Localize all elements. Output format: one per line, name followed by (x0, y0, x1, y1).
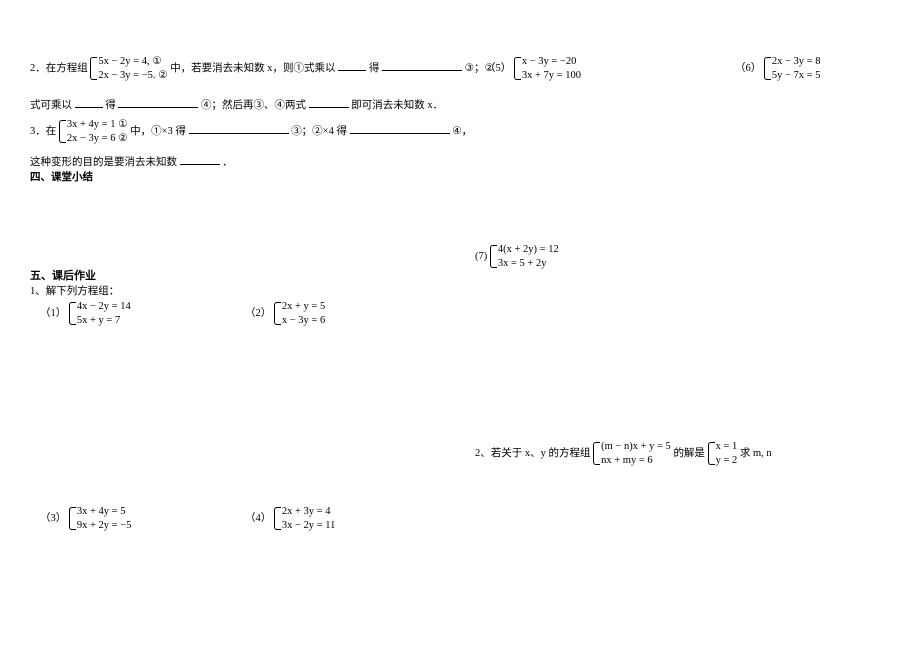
p6-b: 5y − 7x = 5 (772, 69, 821, 83)
p5-a: x − 3y = −20 (522, 55, 581, 69)
q2-end: 即可消去未知数 x． (351, 100, 443, 111)
question-2-line2: 式可乘以 得 ④；然后再③、④两式 即可消去未知数 x． (30, 98, 443, 114)
heading-5: 五、课后作业 (30, 268, 96, 285)
pe-sa: x = 1 (716, 440, 738, 454)
q3-b: 2x − 3y = 6 ② (67, 132, 128, 146)
q3-l3: ③；②×4 得 (291, 126, 347, 137)
p5-b: 3x + 7y = 100 (522, 69, 581, 83)
problem-1: （1） 4x − 2y = 14 5x + y = 7 (40, 300, 131, 327)
heading-5-sub: 1、解下列方程组： (30, 284, 119, 300)
p7-sys: 4(x + 2y) = 12 3x = 5 + 2y (490, 243, 559, 270)
q3-sys: 3x + 4y = 1 ① 2x − 3y = 6 ② (59, 118, 128, 145)
p1-sys: 4x − 2y = 14 5x + y = 7 (69, 300, 131, 327)
q3-mid: 中，①×3 得 (130, 126, 186, 137)
q2-mid: 中，若要消去未知数 x，则①式乘以 (170, 63, 335, 74)
p4-a: 2x + 3y = 4 (282, 505, 335, 519)
q3-dot: ． (222, 157, 233, 168)
problem-2: （2） 2x + y = 5 x − 3y = 6 (245, 300, 325, 327)
question-3: 3．在 3x + 4y = 1 ① 2x − 3y = 6 ② 中，①×3 得 … (30, 118, 472, 145)
blank (75, 98, 103, 108)
p2-label: （2） (245, 308, 271, 319)
q3-lead: 3．在 (30, 126, 56, 137)
pe-sys1: (m − n)x + y = 5 nx + my = 6 (593, 440, 671, 467)
q2-eq2: 2x − 3y = −5. ② (98, 69, 167, 83)
problem-3: （3） 3x + 4y = 5 9x + 2y = −5 (40, 505, 131, 532)
q2-eq1: 5x − 2y = 4, ① (98, 55, 167, 69)
q3-l2: 这种变形的目的是要消去未知数 (30, 157, 177, 168)
p6-label: （6） (735, 63, 761, 74)
blank (350, 124, 450, 134)
pe-tail: 求 m, n (740, 448, 772, 459)
pe-mid: 的解是 (673, 448, 705, 459)
pe-sys2: x = 1 y = 2 (708, 440, 738, 467)
p6-sys: 2x − 3y = 8 5y − 7x = 5 (764, 55, 821, 82)
blank (118, 98, 198, 108)
q2-l2a: 式可乘以 (30, 100, 72, 111)
p3-b: 9x + 2y = −5 (77, 519, 132, 533)
p5-label: （5） (485, 63, 511, 74)
p4-b: 3x − 2y = 11 (282, 519, 335, 533)
pe-lead: 2、若关于 x、y 的方程组 (475, 448, 591, 459)
p4-label: （4） (245, 513, 271, 524)
p1-label: （1） (40, 308, 66, 319)
blank (189, 124, 289, 134)
problem-5: （5） x − 3y = −20 3x + 7y = 100 (485, 55, 581, 82)
q2-l2b: 得 (105, 100, 116, 111)
p1-a: 4x − 2y = 14 (77, 300, 131, 314)
p3-label: （3） (40, 513, 66, 524)
p6-a: 2x − 3y = 8 (772, 55, 821, 69)
problem-6: （6） 2x − 3y = 8 5y − 7x = 5 (735, 55, 820, 82)
blank (382, 61, 462, 71)
pe-sb: y = 2 (716, 454, 738, 468)
p1-b: 5x + y = 7 (77, 314, 131, 328)
problem-extra: 2、若关于 x、y 的方程组 (m − n)x + y = 5 nx + my … (475, 440, 772, 467)
q2-after1: 得 (369, 63, 380, 74)
q3-a: 3x + 4y = 1 ① (67, 118, 128, 132)
p7-a: 4(x + 2y) = 12 (498, 243, 559, 257)
pe-b: nx + my = 6 (601, 454, 671, 468)
q2-system: 5x − 2y = 4, ① 2x − 3y = −5. ② (90, 55, 167, 82)
p4-sys: 2x + 3y = 4 3x − 2y = 11 (274, 505, 335, 532)
problem-4: （4） 2x + 3y = 4 3x − 2y = 11 (245, 505, 335, 532)
pe-a: (m − n)x + y = 5 (601, 440, 671, 454)
p3-a: 3x + 4y = 5 (77, 505, 132, 519)
p2-a: 2x + y = 5 (282, 300, 325, 314)
q2-lbl4: ④；然后再③、④两式 (201, 100, 306, 111)
blank (180, 155, 220, 165)
p7-label: (7) (475, 251, 487, 262)
question-2-line1: 2．在方程组 5x − 2y = 4, ① 2x − 3y = −5. ② 中，… (30, 55, 494, 82)
blank (309, 98, 349, 108)
p2-sys: 2x + y = 5 x − 3y = 6 (274, 300, 325, 327)
p7-b: 3x = 5 + 2y (498, 257, 559, 271)
question-3-line2: 这种变形的目的是要消去未知数 ． (30, 155, 233, 171)
heading-4: 四、课堂小结 (30, 170, 93, 186)
q2-lead: 2．在方程组 (30, 63, 88, 74)
p5-sys: x − 3y = −20 3x + 7y = 100 (514, 55, 581, 82)
blank (338, 61, 366, 71)
q3-l4: ④， (452, 126, 472, 137)
p2-b: x − 3y = 6 (282, 314, 325, 328)
problem-7: (7) 4(x + 2y) = 12 3x = 5 + 2y (475, 243, 559, 270)
p3-sys: 3x + 4y = 5 9x + 2y = −5 (69, 505, 132, 532)
